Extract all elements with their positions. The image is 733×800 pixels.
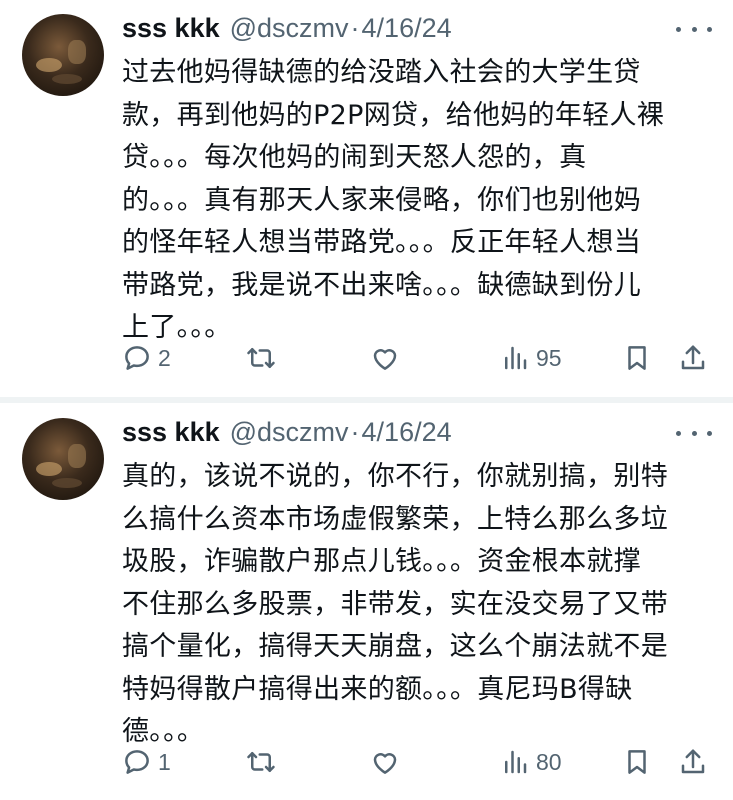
reply-button[interactable]: 1 (122, 744, 171, 780)
tweet[interactable]: sss kkk @dsczmv · 4/16/24 过去他妈得缺德的给没踏入社会… (0, 0, 733, 396)
reply-button[interactable]: 2 (122, 340, 171, 376)
separator: · (350, 416, 360, 447)
share-icon (681, 345, 705, 370)
bookmark-icon (628, 346, 646, 370)
tweet-text-line: 不住那么多股票，非带发，实在没交易了又带 (122, 588, 668, 620)
reply-icon (125, 346, 149, 370)
views-button[interactable]: 95 (500, 340, 562, 376)
divider (0, 397, 733, 403)
retweet-icon (247, 752, 275, 772)
tweet-text-line: 贷。。。每次他妈的闹到天怒人怨的，真 (122, 142, 587, 173)
like-button[interactable] (370, 340, 400, 376)
share-button[interactable] (678, 340, 708, 376)
author-handle[interactable]: @dsczmv (230, 13, 349, 44)
tweet-header: sss kkk @dsczmv · 4/16/24 (122, 10, 452, 46)
avatar[interactable] (22, 14, 104, 96)
more-icon[interactable] (676, 24, 712, 34)
reply-count: 1 (158, 748, 171, 775)
like-button[interactable] (370, 744, 400, 780)
separator: · (350, 12, 360, 43)
share-button[interactable] (678, 744, 708, 780)
views-icon (505, 750, 527, 774)
views-count: 95 (536, 344, 562, 371)
reply-count: 2 (158, 344, 171, 371)
tweet[interactable]: sss kkk @dsczmv · 4/16/24 真的，该说不说的，你不行，你… (0, 404, 733, 800)
like-icon (373, 753, 397, 774)
author-name[interactable]: sss kkk (122, 13, 220, 44)
avatar[interactable] (22, 418, 104, 500)
tweet-text-line: 款，再到他妈的P2P网贷，给他妈的年轻人裸 (122, 99, 665, 131)
tweet-text: 过去他妈得缺德的给没踏入社会的大学生贷 款，再到他妈的P2P网贷，给他妈的年轻人… (122, 52, 707, 350)
tweet-text-line: 过去他妈得缺德的给没踏入社会的大学生贷 (122, 57, 641, 88)
author-name[interactable]: sss kkk (122, 417, 220, 448)
tweet-text-line: 圾股，诈骗散户那点儿钱。。。资金根本就撑 (122, 546, 641, 577)
share-icon (681, 749, 705, 774)
reply-icon (125, 750, 149, 774)
tweet-date[interactable]: 4/16/24 (362, 417, 452, 448)
like-icon (373, 349, 397, 370)
tweet-text-line: 的怪年轻人想当带路党。。。反正年轻人想当 (122, 227, 641, 258)
author-handle[interactable]: @dsczmv (230, 417, 349, 448)
retweet-button[interactable] (246, 744, 276, 780)
views-button[interactable]: 80 (500, 744, 562, 780)
more-icon[interactable] (676, 428, 712, 438)
action-bar: 1 80 (118, 744, 718, 780)
bookmark-button[interactable] (622, 340, 652, 376)
tweet-text-line: 带路党，我是说不出来啥。。。缺德缺到份儿 (122, 269, 641, 301)
retweet-icon (247, 348, 275, 368)
tweet-text-line: 么搞什么资本市场虚假繁荣，上特么那么多垃 (122, 503, 668, 535)
tweet-text-line: 的。。。真有那天人家来侵略，你们也别他妈 (122, 184, 641, 216)
tweet-text-line: 特妈得散户搞得出来的额。。。真尼玛B得缺 (122, 673, 633, 705)
tweet-text: 真的，该说不说的，你不行，你就别搞，别特 么搞什么资本市场虚假繁荣，上特么那么多… (122, 456, 707, 754)
tweet-text-line: 真的，该说不说的，你不行，你就别搞，别特 (122, 461, 668, 492)
bookmark-icon (628, 750, 646, 774)
views-count: 80 (536, 748, 562, 775)
tweet-text-line: 搞个量化，搞得天天崩盘，这么个崩法就不是 (122, 631, 668, 662)
tweet-header: sss kkk @dsczmv · 4/16/24 (122, 414, 452, 450)
tweet-date[interactable]: 4/16/24 (362, 13, 452, 44)
bookmark-button[interactable] (622, 744, 652, 780)
views-icon (505, 346, 527, 370)
retweet-button[interactable] (246, 340, 276, 376)
action-bar: 2 95 (118, 340, 718, 376)
